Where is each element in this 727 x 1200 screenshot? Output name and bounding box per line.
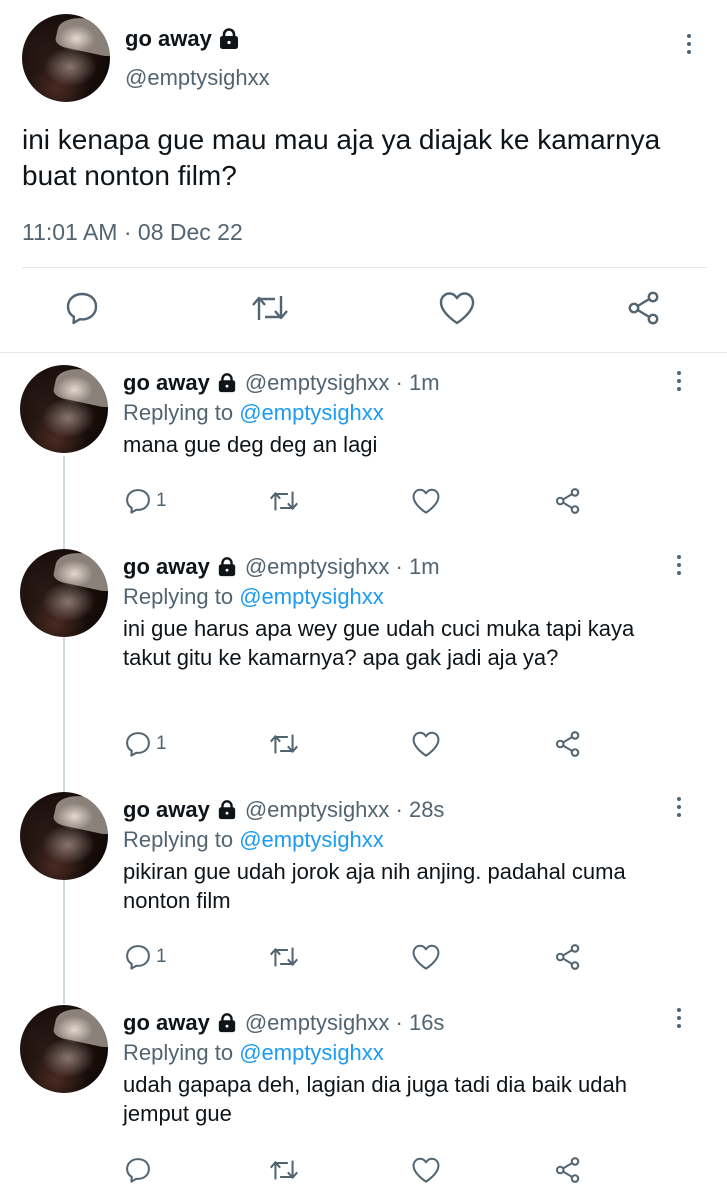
reply-button[interactable]: 1: [124, 487, 167, 515]
retweet-icon[interactable]: [250, 290, 290, 326]
more-options-icon[interactable]: [674, 797, 684, 817]
main-action-bar: [0, 290, 727, 334]
avatar[interactable]: [20, 1005, 108, 1093]
share-icon[interactable]: [554, 487, 582, 515]
replying-to: Replying to @emptysighxx: [123, 827, 384, 853]
reply-count: 1: [156, 946, 167, 967]
lock-icon: [218, 557, 235, 577]
retweet-icon[interactable]: [268, 1156, 300, 1184]
share-icon[interactable]: [554, 1156, 582, 1184]
avatar[interactable]: [20, 549, 108, 637]
replying-to-link[interactable]: @emptysighxx: [239, 400, 384, 425]
share-icon[interactable]: [554, 943, 582, 971]
more-options-icon[interactable]: [684, 34, 694, 54]
tweet-timestamp[interactable]: 11:01 AM · 08 Dec 22: [22, 219, 243, 246]
like-icon[interactable]: [411, 943, 441, 971]
reply-button[interactable]: 1: [124, 730, 167, 758]
divider: [0, 352, 727, 353]
retweet-icon[interactable]: [268, 487, 300, 515]
reply-count: 1: [156, 733, 167, 754]
replying-to-link[interactable]: @emptysighxx: [239, 827, 384, 852]
lock-icon: [218, 373, 235, 393]
display-name-text[interactable]: go away: [123, 370, 210, 396]
reply-button[interactable]: [124, 1156, 156, 1184]
reply-action-bar: 1: [0, 487, 727, 517]
lock-icon: [218, 1013, 235, 1033]
replying-to-label: Replying to: [123, 400, 240, 425]
handle-and-time[interactable]: @emptysighxx · 1m: [245, 370, 440, 396]
replying-to: Replying to @emptysighxx: [123, 400, 384, 426]
reply-text: pikiran gue udah jorok aja nih anjing. p…: [123, 859, 626, 913]
avatar[interactable]: [22, 14, 110, 102]
share-icon[interactable]: [554, 730, 582, 758]
replying-to: Replying to @emptysighxx: [123, 1040, 384, 1066]
reply-header: go away @emptysighxx · 1m: [123, 370, 440, 396]
lock-icon: [219, 28, 238, 49]
more-options-icon[interactable]: [674, 371, 684, 391]
reply-text: udah gapapa deh, lagian dia juga tadi di…: [123, 1072, 627, 1126]
divider: [22, 267, 707, 268]
reply-action-bar: 1: [0, 730, 727, 760]
tweet-text: ini kenapa gue mau mau aja ya diajak ke …: [22, 124, 661, 191]
handle-and-time[interactable]: @emptysighxx · 16s: [245, 1010, 445, 1036]
reply-icon: [126, 945, 150, 970]
like-icon[interactable]: [411, 1156, 441, 1184]
reply-header: go away @emptysighxx · 28s: [123, 797, 444, 823]
reply-text: ini gue harus apa wey gue udah cuci muka…: [123, 616, 635, 670]
more-options-icon[interactable]: [674, 555, 684, 575]
reply-text: mana gue deg deg an lagi: [123, 432, 378, 457]
lock-icon: [218, 800, 235, 820]
display-name-text[interactable]: go away: [123, 797, 210, 823]
replying-to: Replying to @emptysighxx: [123, 584, 384, 610]
more-options-icon[interactable]: [674, 1008, 684, 1028]
reply-icon: [126, 732, 150, 757]
reply-icon: [126, 1158, 150, 1183]
reply-action-bar: 1: [0, 943, 727, 973]
reply-button[interactable]: 1: [124, 943, 167, 971]
retweet-icon[interactable]: [268, 943, 300, 971]
handle-and-time[interactable]: @emptysighxx · 28s: [245, 797, 445, 823]
display-name-text: go away: [125, 26, 212, 51]
replying-to-link[interactable]: @emptysighxx: [239, 1040, 384, 1065]
replying-to-label: Replying to: [123, 1040, 240, 1065]
like-icon[interactable]: [411, 487, 441, 515]
main-display-name[interactable]: go away: [125, 26, 240, 52]
reply-header: go away @emptysighxx · 16s: [123, 1010, 444, 1036]
display-name-text[interactable]: go away: [123, 1010, 210, 1036]
avatar[interactable]: [20, 792, 108, 880]
share-icon[interactable]: [626, 290, 662, 326]
handle-and-time[interactable]: @emptysighxx · 1m: [245, 554, 440, 580]
like-icon[interactable]: [411, 730, 441, 758]
main-handle[interactable]: @emptysighxx: [125, 65, 270, 91]
reply-header: go away @emptysighxx · 1m: [123, 554, 440, 580]
reply-icon: [126, 489, 150, 514]
display-name-text[interactable]: go away: [123, 554, 210, 580]
replying-to-label: Replying to: [123, 827, 240, 852]
avatar[interactable]: [20, 365, 108, 453]
reply-action-bar: [0, 1156, 727, 1186]
like-icon[interactable]: [438, 290, 476, 326]
reply-count: 1: [156, 490, 167, 511]
replying-to-label: Replying to: [123, 584, 240, 609]
replying-to-link[interactable]: @emptysighxx: [239, 584, 384, 609]
reply-icon[interactable]: [64, 290, 100, 326]
retweet-icon[interactable]: [268, 730, 300, 758]
